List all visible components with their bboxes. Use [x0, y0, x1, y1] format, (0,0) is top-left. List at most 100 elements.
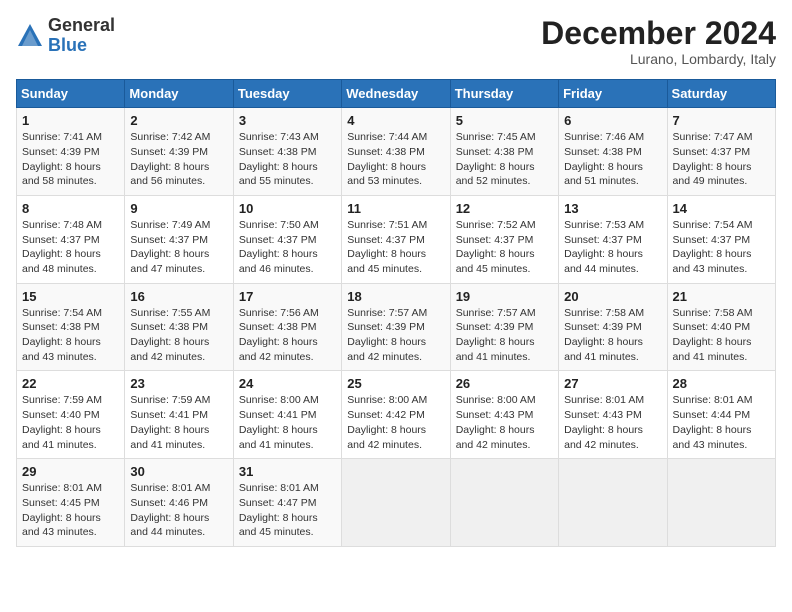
- calendar-cell: 26 Sunrise: 8:00 AMSunset: 4:43 PMDayligh…: [450, 371, 558, 459]
- day-number: 9: [130, 201, 227, 216]
- day-info: Sunrise: 7:43 AMSunset: 4:38 PMDaylight:…: [239, 131, 319, 187]
- page-header: General Blue December 2024 Lurano, Lomba…: [16, 16, 776, 67]
- day-info: Sunrise: 7:49 AMSunset: 4:37 PMDaylight:…: [130, 219, 210, 275]
- day-number: 14: [673, 201, 770, 216]
- day-info: Sunrise: 7:58 AMSunset: 4:39 PMDaylight:…: [564, 307, 644, 363]
- day-number: 7: [673, 113, 770, 128]
- month-title: December 2024: [541, 16, 776, 51]
- logo-general-text: General: [48, 16, 115, 36]
- day-number: 27: [564, 376, 661, 391]
- day-info: Sunrise: 8:01 AMSunset: 4:46 PMDaylight:…: [130, 482, 210, 538]
- day-info: Sunrise: 7:41 AMSunset: 4:39 PMDaylight:…: [22, 131, 102, 187]
- calendar-cell: 22Sunrise: 7:59 AMSunset: 4:40 PMDayligh…: [17, 371, 125, 459]
- day-number: 20: [564, 289, 661, 304]
- logo-blue-text: Blue: [48, 36, 115, 56]
- day-number: 11: [347, 201, 444, 216]
- calendar-cell: 10 Sunrise: 7:50 AMSunset: 4:37 PMDayligh…: [233, 195, 341, 283]
- calendar-cell: 19Sunrise: 7:57 AMSunset: 4:39 PMDayligh…: [450, 283, 558, 371]
- day-number: 13: [564, 201, 661, 216]
- day-info: Sunrise: 7:54 AMSunset: 4:37 PMDaylight:…: [673, 219, 753, 275]
- day-info: Sunrise: 7:54 AMSunset: 4:38 PMDaylight:…: [22, 307, 102, 363]
- calendar-cell: 1 Sunrise: 7:41 AMSunset: 4:39 PMDaylight…: [17, 108, 125, 196]
- day-number: 3: [239, 113, 336, 128]
- day-number: 24: [239, 376, 336, 391]
- day-number: 4: [347, 113, 444, 128]
- day-number: 1: [22, 113, 119, 128]
- day-number: 25: [347, 376, 444, 391]
- day-info: Sunrise: 7:50 AMSunset: 4:37 PMDaylight:…: [239, 219, 319, 275]
- day-number: 15: [22, 289, 119, 304]
- calendar-cell: 9 Sunrise: 7:49 AMSunset: 4:37 PMDaylight…: [125, 195, 233, 283]
- day-info: Sunrise: 7:46 AMSunset: 4:38 PMDaylight:…: [564, 131, 644, 187]
- day-info: Sunrise: 8:01 AMSunset: 4:44 PMDaylight:…: [673, 394, 753, 450]
- calendar-week-row: 29 Sunrise: 8:01 AMSunset: 4:45 PMDayligh…: [17, 459, 776, 547]
- calendar-cell: 15 Sunrise: 7:54 AMSunset: 4:38 PMDayligh…: [17, 283, 125, 371]
- col-header-friday: Friday: [559, 80, 667, 108]
- day-number: 28: [673, 376, 770, 391]
- day-number: 23: [130, 376, 227, 391]
- day-info: Sunrise: 8:01 AMSunset: 4:45 PMDaylight:…: [22, 482, 102, 538]
- calendar-week-row: 15 Sunrise: 7:54 AMSunset: 4:38 PMDayligh…: [17, 283, 776, 371]
- calendar-cell: 2Sunrise: 7:42 AMSunset: 4:39 PMDaylight…: [125, 108, 233, 196]
- col-header-thursday: Thursday: [450, 80, 558, 108]
- calendar-week-row: 22Sunrise: 7:59 AMSunset: 4:40 PMDayligh…: [17, 371, 776, 459]
- day-number: 6: [564, 113, 661, 128]
- day-number: 18: [347, 289, 444, 304]
- col-header-monday: Monday: [125, 80, 233, 108]
- calendar-cell: 13 Sunrise: 7:53 AMSunset: 4:37 PMDayligh…: [559, 195, 667, 283]
- calendar-cell: 11 Sunrise: 7:51 AMSunset: 4:37 PMDayligh…: [342, 195, 450, 283]
- logo-text: General Blue: [48, 16, 115, 56]
- calendar-header-row: SundayMondayTuesdayWednesdayThursdayFrid…: [17, 80, 776, 108]
- calendar-cell: 18 Sunrise: 7:57 AMSunset: 4:39 PMDayligh…: [342, 283, 450, 371]
- day-info: Sunrise: 7:42 AMSunset: 4:39 PMDaylight:…: [130, 131, 210, 187]
- day-info: Sunrise: 7:44 AMSunset: 4:38 PMDaylight:…: [347, 131, 427, 187]
- calendar-cell: 21 Sunrise: 7:58 AMSunset: 4:40 PMDayligh…: [667, 283, 775, 371]
- col-header-wednesday: Wednesday: [342, 80, 450, 108]
- day-info: Sunrise: 7:51 AMSunset: 4:37 PMDaylight:…: [347, 219, 427, 275]
- day-info: Sunrise: 7:48 AMSunset: 4:37 PMDaylight:…: [22, 219, 102, 275]
- calendar-week-row: 8 Sunrise: 7:48 AMSunset: 4:37 PMDaylight…: [17, 195, 776, 283]
- logo-icon: [16, 22, 44, 50]
- day-info: Sunrise: 7:57 AMSunset: 4:39 PMDaylight:…: [347, 307, 427, 363]
- title-area: December 2024 Lurano, Lombardy, Italy: [541, 16, 776, 67]
- day-info: Sunrise: 7:47 AMSunset: 4:37 PMDaylight:…: [673, 131, 753, 187]
- day-number: 29: [22, 464, 119, 479]
- calendar-cell: 30 Sunrise: 8:01 AMSunset: 4:46 PMDayligh…: [125, 459, 233, 547]
- calendar-cell: 27Sunrise: 8:01 AMSunset: 4:43 PMDayligh…: [559, 371, 667, 459]
- day-number: 31: [239, 464, 336, 479]
- calendar-cell: 20 Sunrise: 7:58 AMSunset: 4:39 PMDayligh…: [559, 283, 667, 371]
- day-info: Sunrise: 7:52 AMSunset: 4:37 PMDaylight:…: [456, 219, 536, 275]
- day-info: Sunrise: 8:00 AMSunset: 4:41 PMDaylight:…: [239, 394, 319, 450]
- calendar-cell: 8 Sunrise: 7:48 AMSunset: 4:37 PMDaylight…: [17, 195, 125, 283]
- day-info: Sunrise: 7:58 AMSunset: 4:40 PMDaylight:…: [673, 307, 753, 363]
- calendar-week-row: 1 Sunrise: 7:41 AMSunset: 4:39 PMDaylight…: [17, 108, 776, 196]
- calendar-cell: [450, 459, 558, 547]
- day-info: Sunrise: 8:00 AMSunset: 4:42 PMDaylight:…: [347, 394, 427, 450]
- day-number: 26: [456, 376, 553, 391]
- calendar-cell: 6 Sunrise: 7:46 AMSunset: 4:38 PMDaylight…: [559, 108, 667, 196]
- day-info: Sunrise: 7:55 AMSunset: 4:38 PMDaylight:…: [130, 307, 210, 363]
- day-number: 17: [239, 289, 336, 304]
- day-number: 8: [22, 201, 119, 216]
- day-info: Sunrise: 7:56 AMSunset: 4:38 PMDaylight:…: [239, 307, 319, 363]
- calendar-cell: [667, 459, 775, 547]
- calendar-cell: 3 Sunrise: 7:43 AMSunset: 4:38 PMDaylight…: [233, 108, 341, 196]
- day-number: 10: [239, 201, 336, 216]
- day-number: 12: [456, 201, 553, 216]
- col-header-saturday: Saturday: [667, 80, 775, 108]
- calendar-cell: 16 Sunrise: 7:55 AMSunset: 4:38 PMDayligh…: [125, 283, 233, 371]
- day-info: Sunrise: 7:45 AMSunset: 4:38 PMDaylight:…: [456, 131, 536, 187]
- calendar-table: SundayMondayTuesdayWednesdayThursdayFrid…: [16, 79, 776, 547]
- day-number: 5: [456, 113, 553, 128]
- day-info: Sunrise: 8:00 AMSunset: 4:43 PMDaylight:…: [456, 394, 536, 450]
- day-info: Sunrise: 7:57 AMSunset: 4:39 PMDaylight:…: [456, 307, 536, 363]
- day-info: Sunrise: 7:59 AMSunset: 4:40 PMDaylight:…: [22, 394, 102, 450]
- calendar-cell: 7 Sunrise: 7:47 AMSunset: 4:37 PMDaylight…: [667, 108, 775, 196]
- day-number: 21: [673, 289, 770, 304]
- calendar-cell: [342, 459, 450, 547]
- day-number: 30: [130, 464, 227, 479]
- day-number: 16: [130, 289, 227, 304]
- day-info: Sunrise: 7:53 AMSunset: 4:37 PMDaylight:…: [564, 219, 644, 275]
- calendar-cell: 25 Sunrise: 8:00 AMSunset: 4:42 PMDayligh…: [342, 371, 450, 459]
- day-info: Sunrise: 8:01 AMSunset: 4:47 PMDaylight:…: [239, 482, 319, 538]
